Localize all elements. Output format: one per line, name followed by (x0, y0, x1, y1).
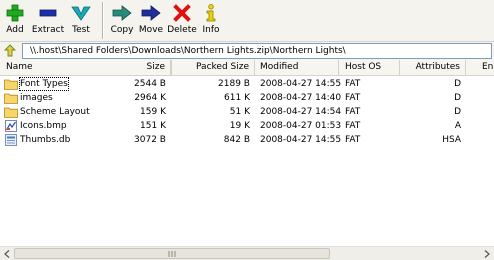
file-size: 2544 B (134, 79, 166, 89)
file-size: 159 K (140, 107, 166, 117)
copy-button[interactable]: Copy (108, 0, 136, 41)
file-name: Thumbs.db (20, 135, 71, 145)
add-button[interactable]: Add (0, 0, 30, 41)
list-header: Name Size Packed Size Modified Host OS A… (0, 60, 494, 76)
horizontal-scrollbar[interactable] (0, 246, 494, 260)
file-packed-size: 842 B (223, 135, 250, 145)
toolbar-separator (102, 2, 103, 39)
check-icon (70, 3, 92, 23)
info-button[interactable]: Info (198, 0, 224, 41)
move-button[interactable]: Move (136, 0, 166, 41)
file-host-os: FAT (345, 107, 361, 117)
test-button[interactable]: Test (66, 0, 96, 41)
file-name: Font Types (19, 77, 69, 91)
file-size: 2964 K (134, 93, 166, 103)
file-attributes: A (454, 121, 461, 131)
folder-icon (4, 93, 18, 104)
file-packed-size: 19 K (229, 121, 250, 131)
file-modified: 2008-04-27 01:53 (260, 121, 342, 131)
extract-label: Extract (31, 25, 65, 35)
grip-icon (168, 250, 176, 257)
file-packed-size: 611 K (224, 93, 250, 103)
extract-button[interactable]: Extract (30, 0, 66, 41)
column-header-host-os[interactable]: Host OS (339, 60, 400, 75)
bitmap-file-icon (5, 120, 17, 132)
file-attributes: D (454, 93, 461, 103)
table-row[interactable]: Icons.bmp 151 K 19 K 2008-04-27 01:53 FA… (0, 119, 494, 133)
chevron-left-icon (4, 249, 10, 258)
file-packed-size: 2189 B (218, 79, 250, 89)
file-modified: 2008-04-27 14:55 (260, 135, 342, 145)
delete-button[interactable]: Delete (166, 0, 198, 41)
add-label: Add (6, 25, 24, 35)
up-folder-button[interactable] (2, 43, 18, 59)
file-size: 151 K (140, 121, 166, 131)
file-host-os: FAT (345, 79, 361, 89)
file-name: images (20, 93, 53, 103)
table-row[interactable]: Font Types 2544 B 2189 B 2008-04-27 14:5… (0, 77, 494, 91)
up-arrow-icon (3, 44, 17, 57)
file-packed-size: 51 K (229, 107, 250, 117)
delete-label: Delete (167, 25, 197, 35)
folder-icon (4, 107, 18, 118)
plus-icon (4, 3, 26, 23)
file-list: Name Size Packed Size Modified Host OS A… (0, 60, 494, 246)
file-modified: 2008-04-27 14:55 (260, 79, 342, 89)
info-label: Info (202, 25, 220, 35)
move-arrow-icon (140, 3, 162, 23)
copy-label: Copy (110, 25, 134, 35)
table-row[interactable]: Scheme Layout 159 K 51 K 2008-04-27 14:5… (0, 105, 494, 119)
file-attributes: D (454, 107, 461, 117)
table-row[interactable]: images 2964 K 611 K 2008-04-27 14:40 FAT… (0, 91, 494, 105)
file-modified: 2008-04-27 14:54 (260, 107, 342, 117)
minus-icon (37, 3, 59, 23)
column-header-modified[interactable]: Modified (255, 60, 339, 75)
move-label: Move (138, 25, 164, 35)
scroll-left-button[interactable] (0, 247, 14, 260)
toolbar: Add Extract Test Copy Move Delete Info (0, 0, 494, 41)
scroll-thumb[interactable] (14, 248, 330, 259)
column-header-encrypted[interactable]: En (466, 60, 494, 75)
file-host-os: FAT (345, 93, 361, 103)
scroll-right-button[interactable] (480, 247, 494, 260)
column-header-attributes[interactable]: Attributes (400, 60, 466, 75)
file-attributes: HSA (442, 135, 461, 145)
column-header-size[interactable]: Size (103, 60, 171, 75)
file-size: 3072 B (134, 135, 166, 145)
x-icon (171, 3, 193, 23)
file-host-os: FAT (345, 135, 361, 145)
table-row[interactable]: Thumbs.db 3072 B 842 B 2008-04-27 14:55 … (0, 133, 494, 147)
path-input[interactable]: \\.host\Shared Folders\Downloads\Norther… (22, 43, 492, 59)
file-attributes: D (454, 79, 461, 89)
test-label: Test (72, 25, 90, 35)
file-modified: 2008-04-27 14:40 (260, 93, 342, 103)
folder-icon (4, 79, 18, 90)
chevron-right-icon (484, 249, 490, 258)
column-header-packed-size[interactable]: Packed Size (171, 60, 255, 75)
address-bar: \\.host\Shared Folders\Downloads\Norther… (0, 41, 494, 60)
file-host-os: FAT (345, 121, 361, 131)
file-name: Icons.bmp (20, 121, 67, 131)
database-file-icon (5, 134, 17, 146)
file-name: Scheme Layout (20, 107, 90, 117)
copy-arrow-icon (111, 3, 133, 23)
info-icon (200, 3, 222, 23)
